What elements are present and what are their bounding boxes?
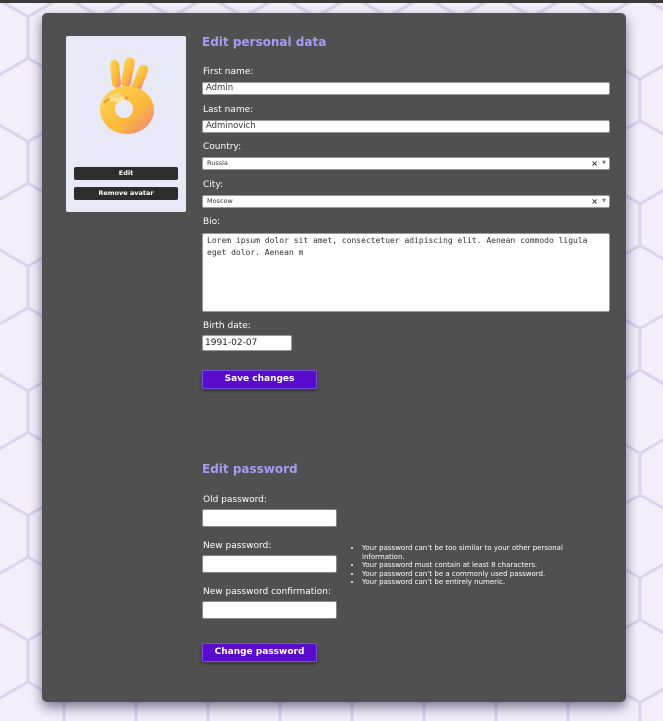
city-chevron-down-icon[interactable]: ▼	[602, 196, 606, 207]
country-clear-icon[interactable]: ×	[591, 158, 598, 169]
confirm-password-input[interactable]	[202, 601, 337, 619]
avatar-panel: Edit Remove avatar	[66, 36, 186, 212]
birth-date-input[interactable]: 1991-02-07	[202, 335, 292, 351]
confirm-password-label: New password confirmation:	[203, 587, 332, 597]
new-password-input[interactable]	[202, 555, 337, 573]
personal-data-title: Edit personal data	[202, 35, 327, 49]
country-chevron-down-icon[interactable]: ▼	[602, 158, 606, 169]
new-password-label: New password:	[203, 541, 272, 551]
save-changes-button[interactable]: Save changes	[202, 370, 317, 389]
city-clear-icon[interactable]: ×	[591, 196, 598, 207]
country-select[interactable]: Russia × ▼	[202, 157, 610, 170]
password-help-list: Your password can’t be too similar to yo…	[350, 544, 607, 587]
first-name-label: First name:	[203, 67, 254, 77]
profile-edit-card: Edit Remove avatar Edit personal data Fi…	[42, 13, 626, 702]
bio-label: Bio:	[203, 217, 221, 227]
bio-textarea[interactable]: Lorem ipsum dolor sit amet, consectetuer…	[202, 233, 610, 312]
password-help-item: Your password can’t be too similar to yo…	[362, 544, 607, 561]
city-label: City:	[203, 180, 224, 190]
password-help-item: Your password can’t be a commonly used p…	[362, 570, 607, 579]
old-password-label: Old password:	[203, 495, 267, 505]
old-password-input[interactable]	[202, 509, 337, 527]
edit-password-title: Edit password	[202, 462, 298, 476]
last-name-label: Last name:	[203, 105, 254, 115]
city-selected-value: Moscow	[207, 197, 233, 205]
first-name-input[interactable]: Admin	[202, 82, 610, 95]
city-select[interactable]: Moscow × ▼	[202, 195, 610, 208]
edit-avatar-button[interactable]: Edit	[74, 167, 178, 180]
birth-date-label: Birth date:	[203, 321, 251, 331]
remove-avatar-button[interactable]: Remove avatar	[74, 187, 178, 200]
change-password-button[interactable]: Change password	[202, 643, 317, 662]
last-name-input[interactable]: Adminovich	[202, 120, 610, 133]
country-selected-value: Russia	[207, 159, 228, 167]
top-bar	[0, 0, 663, 3]
country-label: Country:	[203, 142, 242, 152]
password-help-item: Your password can’t be entirely numeric.	[362, 578, 607, 587]
password-help-item: Your password must contain at least 8 ch…	[362, 561, 607, 570]
ok-hand-emoji-icon	[100, 57, 154, 134]
